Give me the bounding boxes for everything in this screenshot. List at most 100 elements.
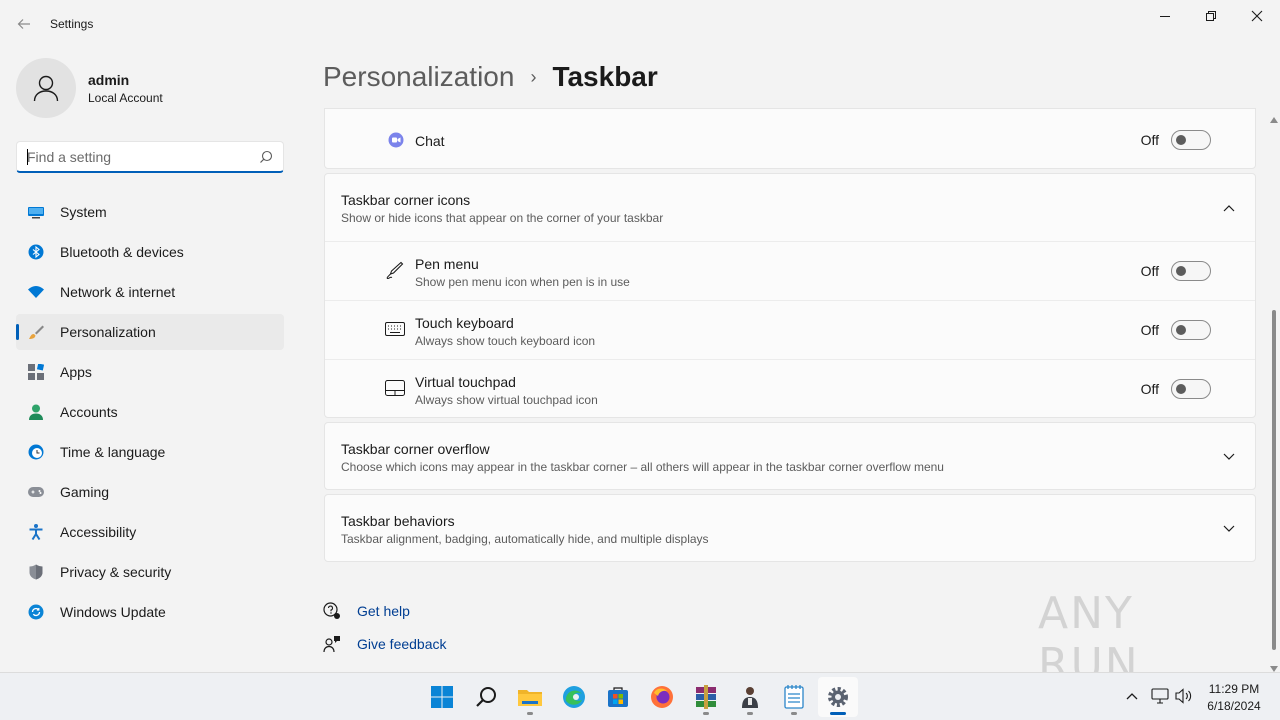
shield-icon <box>28 564 44 580</box>
pen-menu-title: Pen menu <box>415 256 479 272</box>
chat-label: Chat <box>415 133 445 149</box>
firefox-button[interactable] <box>642 677 682 717</box>
sidebar-item-network[interactable]: Network & internet <box>16 274 284 310</box>
minimize-button[interactable] <box>1142 0 1188 32</box>
search-icon <box>476 687 496 707</box>
show-hidden-icons-button[interactable] <box>1121 685 1143 707</box>
sidebar-item-system[interactable]: System <box>16 194 284 230</box>
behaviors-section[interactable]: Taskbar behaviors Taskbar alignment, bad… <box>324 494 1256 562</box>
get-help-label[interactable]: Get help <box>357 603 410 619</box>
scrollbar[interactable] <box>1268 106 1280 672</box>
pen-menu-toggle[interactable] <box>1171 261 1211 281</box>
running-indicator <box>527 712 533 715</box>
monitor-icon <box>28 204 44 220</box>
clock-time: 11:29 PM <box>1208 682 1260 696</box>
bluetooth-icon <box>28 244 44 260</box>
restore-button[interactable] <box>1188 0 1234 32</box>
arrow-left-icon <box>17 19 30 29</box>
account-type: Local Account <box>88 91 163 105</box>
user-app-button[interactable] <box>730 677 770 717</box>
corner-icons-header[interactable]: Taskbar corner icons Show or hide icons … <box>325 174 1255 241</box>
sidebar-item-bluetooth[interactable]: Bluetooth & devices <box>16 234 284 270</box>
chevron-up-icon <box>1126 693 1138 700</box>
sidebar-item-label: Accounts <box>60 404 118 420</box>
apps-icon <box>28 364 44 380</box>
volume-tray-icon[interactable] <box>1173 685 1195 707</box>
sidebar-item-label: Gaming <box>60 484 110 500</box>
start-button[interactable] <box>422 677 462 717</box>
virtual-touchpad-toggle[interactable] <box>1171 379 1211 399</box>
sidebar-item-personalization[interactable]: Personalization <box>16 314 284 350</box>
file-explorer-button[interactable] <box>510 677 550 717</box>
running-indicator <box>703 712 709 715</box>
file-explorer-icon <box>518 690 542 706</box>
scroll-up-arrow-icon[interactable] <box>1270 110 1278 128</box>
search-input[interactable]: Find a setting <box>27 149 111 165</box>
give-feedback-label[interactable]: Give feedback <box>357 636 447 652</box>
text-caret <box>27 149 28 165</box>
user-profile[interactable]: admin Local Account <box>16 58 296 118</box>
avatar <box>16 58 76 118</box>
pen-menu-subtitle: Show pen menu icon when pen is in use <box>415 275 630 289</box>
give-feedback-link[interactable]: Give feedback <box>322 627 447 660</box>
winrar-icon <box>696 685 716 709</box>
section-subtitle: Show or hide icons that appear on the co… <box>341 211 664 225</box>
anyrun-watermark: ANY RUN <box>1038 588 1238 690</box>
sidebar-item-gaming[interactable]: Gaming <box>16 474 284 510</box>
search-box[interactable]: Find a setting <box>16 141 284 173</box>
touch-keyboard-subtitle: Always show touch keyboard icon <box>415 334 596 348</box>
help-links: Get help Give feedback <box>322 594 447 660</box>
sidebar-item-time-language[interactable]: Time & language <box>16 434 284 470</box>
taskbar-clock[interactable]: 11:29 PM 6/18/2024 <box>1196 681 1272 715</box>
winrar-button[interactable] <box>686 677 726 717</box>
taskbar-search-button[interactable] <box>466 677 506 717</box>
sidebar-item-label: Apps <box>60 364 92 380</box>
get-help-link[interactable]: Get help <box>322 594 447 627</box>
app-title: Settings <box>50 17 94 31</box>
touch-keyboard-toggle[interactable] <box>1171 320 1211 340</box>
settings-icon <box>828 687 848 707</box>
person-icon <box>33 75 59 102</box>
sidebar-item-accounts[interactable]: Accounts <box>16 394 284 430</box>
touch-keyboard-toggle-group: Off <box>1141 320 1211 340</box>
search-icon <box>259 150 273 169</box>
sidebar-item-windows-update[interactable]: Windows Update <box>16 594 284 630</box>
chevron-down-icon[interactable] <box>1221 521 1237 537</box>
chevron-down-icon[interactable] <box>1221 449 1237 465</box>
section-title: Taskbar corner overflow <box>341 441 490 457</box>
scroll-thumb[interactable] <box>1272 310 1276 650</box>
section-title: Taskbar corner icons <box>341 192 471 208</box>
touch-keyboard-title: Touch keyboard <box>415 315 514 331</box>
notepad-button[interactable] <box>774 677 814 717</box>
close-button[interactable] <box>1234 0 1280 32</box>
sidebar-nav: System Bluetooth & devices Network & int… <box>16 194 284 634</box>
back-button[interactable] <box>12 12 36 36</box>
sidebar-item-label: Windows Update <box>60 604 166 620</box>
store-button[interactable] <box>598 677 638 717</box>
edge-button[interactable] <box>554 677 594 717</box>
feedback-icon <box>322 634 342 654</box>
chevron-up-icon[interactable] <box>1221 200 1237 216</box>
sidebar-item-apps[interactable]: Apps <box>16 354 284 390</box>
chat-toggle[interactable] <box>1171 130 1211 150</box>
firefox-icon <box>651 686 673 708</box>
divider <box>325 241 1255 242</box>
virtual-touchpad-title: Virtual touchpad <box>415 374 516 390</box>
update-icon <box>28 604 44 620</box>
breadcrumb-parent-link[interactable]: Personalization <box>323 61 514 93</box>
network-tray-icon[interactable] <box>1149 685 1171 707</box>
close-icon <box>1251 10 1263 22</box>
touchpad-icon <box>384 377 406 399</box>
toggle-state-label: Off <box>1140 381 1159 397</box>
divider <box>325 359 1255 360</box>
sidebar-item-accessibility[interactable]: Accessibility <box>16 514 284 550</box>
settings-button[interactable] <box>818 677 858 717</box>
corner-overflow-section[interactable]: Taskbar corner overflow Choose which ico… <box>324 422 1256 490</box>
person-icon <box>28 404 44 420</box>
gamepad-icon <box>28 484 44 500</box>
store-icon <box>608 687 628 707</box>
breadcrumb-separator: › <box>530 66 537 87</box>
sidebar-item-label: Accessibility <box>60 524 137 540</box>
pen-icon <box>384 259 406 281</box>
sidebar-item-privacy-security[interactable]: Privacy & security <box>16 554 284 590</box>
